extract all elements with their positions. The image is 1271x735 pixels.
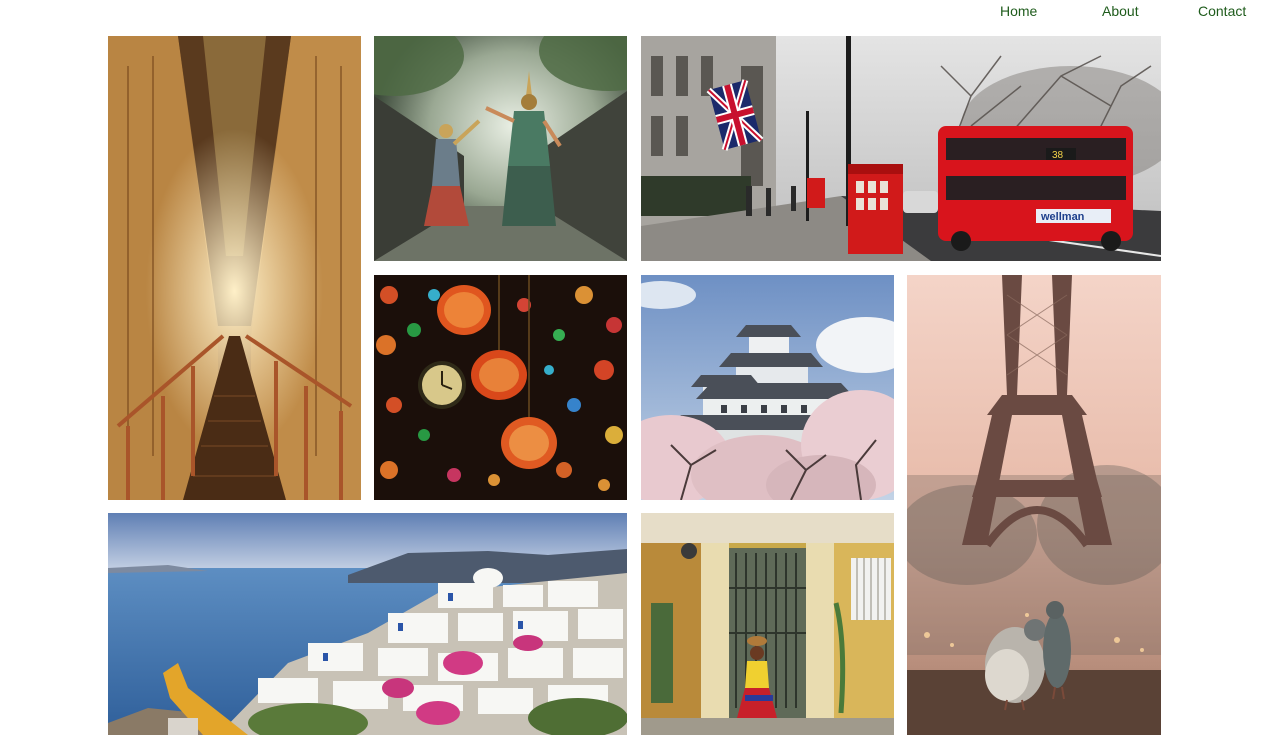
gallery-image-thai-dancers[interactable] xyxy=(374,36,627,261)
page: Home About Contact 38 wellman xyxy=(0,0,1271,735)
bus-advert: wellman xyxy=(1040,211,1085,223)
gallery-image-castle[interactable] xyxy=(641,275,894,500)
nav-about-link[interactable]: About xyxy=(1102,3,1139,19)
gallery-image-london-street[interactable]: 38 wellman xyxy=(641,36,1161,261)
nav-contact-link[interactable]: Contact xyxy=(1198,3,1246,19)
bus-route-number: 38 xyxy=(1052,150,1064,161)
gallery-image-santorini[interactable] xyxy=(108,513,627,735)
gallery-image-colorful-street[interactable] xyxy=(641,513,894,735)
gallery-image-egypt-tomb[interactable] xyxy=(108,36,361,500)
gallery-image-lanterns[interactable] xyxy=(374,275,627,500)
nav-home-link[interactable]: Home xyxy=(1000,3,1037,19)
gallery-image-eiffel-tower[interactable] xyxy=(907,275,1161,735)
top-navigation: Home About Contact xyxy=(0,0,1271,26)
